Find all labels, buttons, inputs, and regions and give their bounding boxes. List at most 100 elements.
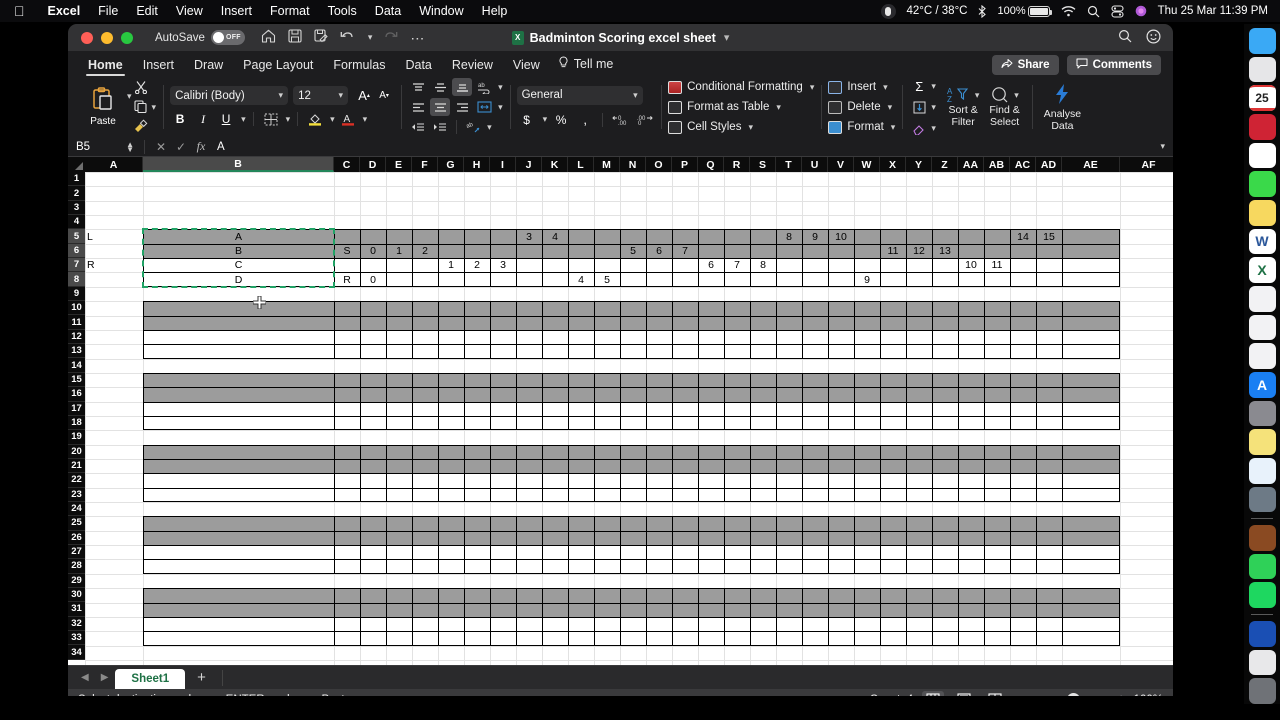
row-header-10[interactable]: 10 xyxy=(68,301,85,316)
column-header-ac[interactable]: AC xyxy=(1010,157,1036,172)
column-header-i[interactable]: I xyxy=(490,157,516,172)
cell-AC5[interactable]: 14 xyxy=(1010,229,1036,243)
cell-R7[interactable]: 7 xyxy=(724,258,750,272)
row-header-14[interactable]: 14 xyxy=(68,358,85,373)
menu-item-file[interactable]: File xyxy=(89,4,127,18)
zoom-level[interactable]: 100% xyxy=(1134,694,1163,697)
cell-O6[interactable]: 6 xyxy=(646,244,672,258)
cancel-edit-icon[interactable]: ✕ xyxy=(151,140,171,154)
dock-icon-keynote[interactable] xyxy=(1248,285,1276,312)
row-header-30[interactable]: 30 xyxy=(68,587,85,603)
autosum-icon[interactable]: Σ xyxy=(909,77,929,95)
column-header-p[interactable]: P xyxy=(672,157,698,172)
column-header-af[interactable]: AF xyxy=(1120,157,1173,172)
row-header-31[interactable]: 31 xyxy=(68,602,85,617)
menu-item-edit[interactable]: Edit xyxy=(127,4,167,18)
format-as-table-button[interactable]: Format as Table ▾ xyxy=(668,100,814,115)
column-header-d[interactable]: D xyxy=(360,157,386,172)
page-break-view-button[interactable] xyxy=(984,691,1006,696)
cell-A5[interactable]: L xyxy=(85,229,143,243)
row-header-23[interactable]: 23 xyxy=(68,487,85,502)
tab-insert[interactable]: Insert xyxy=(135,56,182,77)
tab-page-layout[interactable]: Page Layout xyxy=(235,56,321,77)
column-header-k[interactable]: K xyxy=(542,157,568,172)
dock-icon-notes[interactable] xyxy=(1248,199,1276,226)
dock-icon-safari[interactable] xyxy=(1248,457,1276,484)
borders-button[interactable] xyxy=(261,110,281,128)
row-header-1[interactable]: 1 xyxy=(68,172,85,187)
paste-dropdown-icon[interactable]: ▾ xyxy=(127,91,132,102)
column-header-e[interactable]: E xyxy=(386,157,412,172)
currency-format-button[interactable]: $ xyxy=(517,111,537,129)
chevron-down-icon[interactable]: ▾ xyxy=(931,102,936,113)
cell-L8[interactable]: 4 xyxy=(568,272,594,286)
cell-V5[interactable]: 10 xyxy=(828,229,854,243)
fill-color-dropdown-icon[interactable]: ▾ xyxy=(330,114,335,125)
italic-button[interactable]: I xyxy=(193,110,213,128)
row-header-8[interactable]: 8 xyxy=(68,272,85,287)
column-header-ab[interactable]: AB xyxy=(984,157,1010,172)
column-header-ae[interactable]: AE xyxy=(1062,157,1120,172)
row-header-15[interactable]: 15 xyxy=(68,372,85,388)
column-header-t[interactable]: T xyxy=(776,157,802,172)
copy-icon[interactable] xyxy=(133,99,147,116)
tab-data[interactable]: Data xyxy=(397,56,439,77)
percent-format-button[interactable]: % xyxy=(551,111,571,129)
merge-cells-button[interactable] xyxy=(474,98,494,116)
menu-item-tools[interactable]: Tools xyxy=(319,4,366,18)
cell-M8[interactable]: 5 xyxy=(594,272,620,286)
autosave-toggle[interactable]: AutoSave OFF xyxy=(155,30,245,45)
dock-icon-flash[interactable] xyxy=(1248,525,1276,551)
cell-H7[interactable]: 2 xyxy=(464,258,490,272)
row-header-27[interactable]: 27 xyxy=(68,544,85,560)
tab-view[interactable]: View xyxy=(505,56,548,77)
next-sheet-icon[interactable]: ▶ xyxy=(96,672,114,683)
document-title-text[interactable]: Badminton Scoring excel sheet xyxy=(530,31,716,45)
cell-AD5[interactable]: 15 xyxy=(1036,229,1062,243)
comma-format-button[interactable]: , xyxy=(575,111,595,129)
menu-item-help[interactable]: Help xyxy=(473,4,517,18)
row-header-18[interactable]: 18 xyxy=(68,415,85,431)
home-icon[interactable] xyxy=(261,29,276,46)
analyse-data-button[interactable]: Analyse Data xyxy=(1039,83,1086,132)
delete-cells-button[interactable]: Delete ▾ xyxy=(828,100,895,115)
zoom-slider[interactable]: − + xyxy=(1015,693,1125,696)
close-window-button[interactable] xyxy=(81,31,93,44)
tell-me-button[interactable]: Tell me xyxy=(552,54,622,77)
minimize-window-button[interactable] xyxy=(101,31,113,44)
column-header-aa[interactable]: AA xyxy=(958,157,984,172)
chevron-down-icon[interactable]: ▾ xyxy=(931,81,936,92)
row-header-9[interactable]: 9 xyxy=(68,286,85,302)
row-header-13[interactable]: 13 xyxy=(68,344,85,359)
row-header-2[interactable]: 2 xyxy=(68,186,85,201)
row-header-16[interactable]: 16 xyxy=(68,387,85,402)
tab-review[interactable]: Review xyxy=(444,56,501,77)
cell-styles-button[interactable]: Cell Styles ▾ xyxy=(668,120,814,135)
wifi-icon[interactable] xyxy=(1061,5,1076,17)
row-header-25[interactable]: 25 xyxy=(68,516,85,531)
cell-I7[interactable]: 3 xyxy=(490,258,516,272)
control-center-icon[interactable] xyxy=(1111,4,1124,18)
column-header-l[interactable]: L xyxy=(568,157,594,172)
increase-decimal-button[interactable]: 0.00 xyxy=(610,111,630,129)
cell-C6[interactable]: S xyxy=(334,244,360,258)
dock-icon-app-store[interactable]: A xyxy=(1248,371,1276,398)
cell-F6[interactable]: 2 xyxy=(412,244,438,258)
menu-item-excel[interactable]: Excel xyxy=(39,4,90,18)
cell-K5[interactable]: 4 xyxy=(542,229,568,243)
insert-cells-button[interactable]: Insert ▾ xyxy=(828,80,895,95)
align-right-button[interactable] xyxy=(452,98,472,116)
column-header-f[interactable]: F xyxy=(412,157,438,172)
number-format-select[interactable]: General ▾ xyxy=(516,85,643,105)
tab-home[interactable]: Home xyxy=(80,56,131,77)
text-orientation-button[interactable]: ab xyxy=(463,118,483,136)
cell-A7[interactable]: R xyxy=(85,258,143,272)
copy-dropdown-icon[interactable]: ▾ xyxy=(152,102,157,113)
dock-icon-trash[interactable] xyxy=(1248,678,1276,704)
format-painter-icon[interactable] xyxy=(134,118,157,135)
font-name-select[interactable]: Calibri (Body) ▾ xyxy=(170,86,289,105)
row-header-4[interactable]: 4 xyxy=(68,215,85,230)
fill-color-button[interactable] xyxy=(305,110,325,128)
row-header-21[interactable]: 21 xyxy=(68,458,85,474)
align-left-button[interactable] xyxy=(408,98,428,116)
